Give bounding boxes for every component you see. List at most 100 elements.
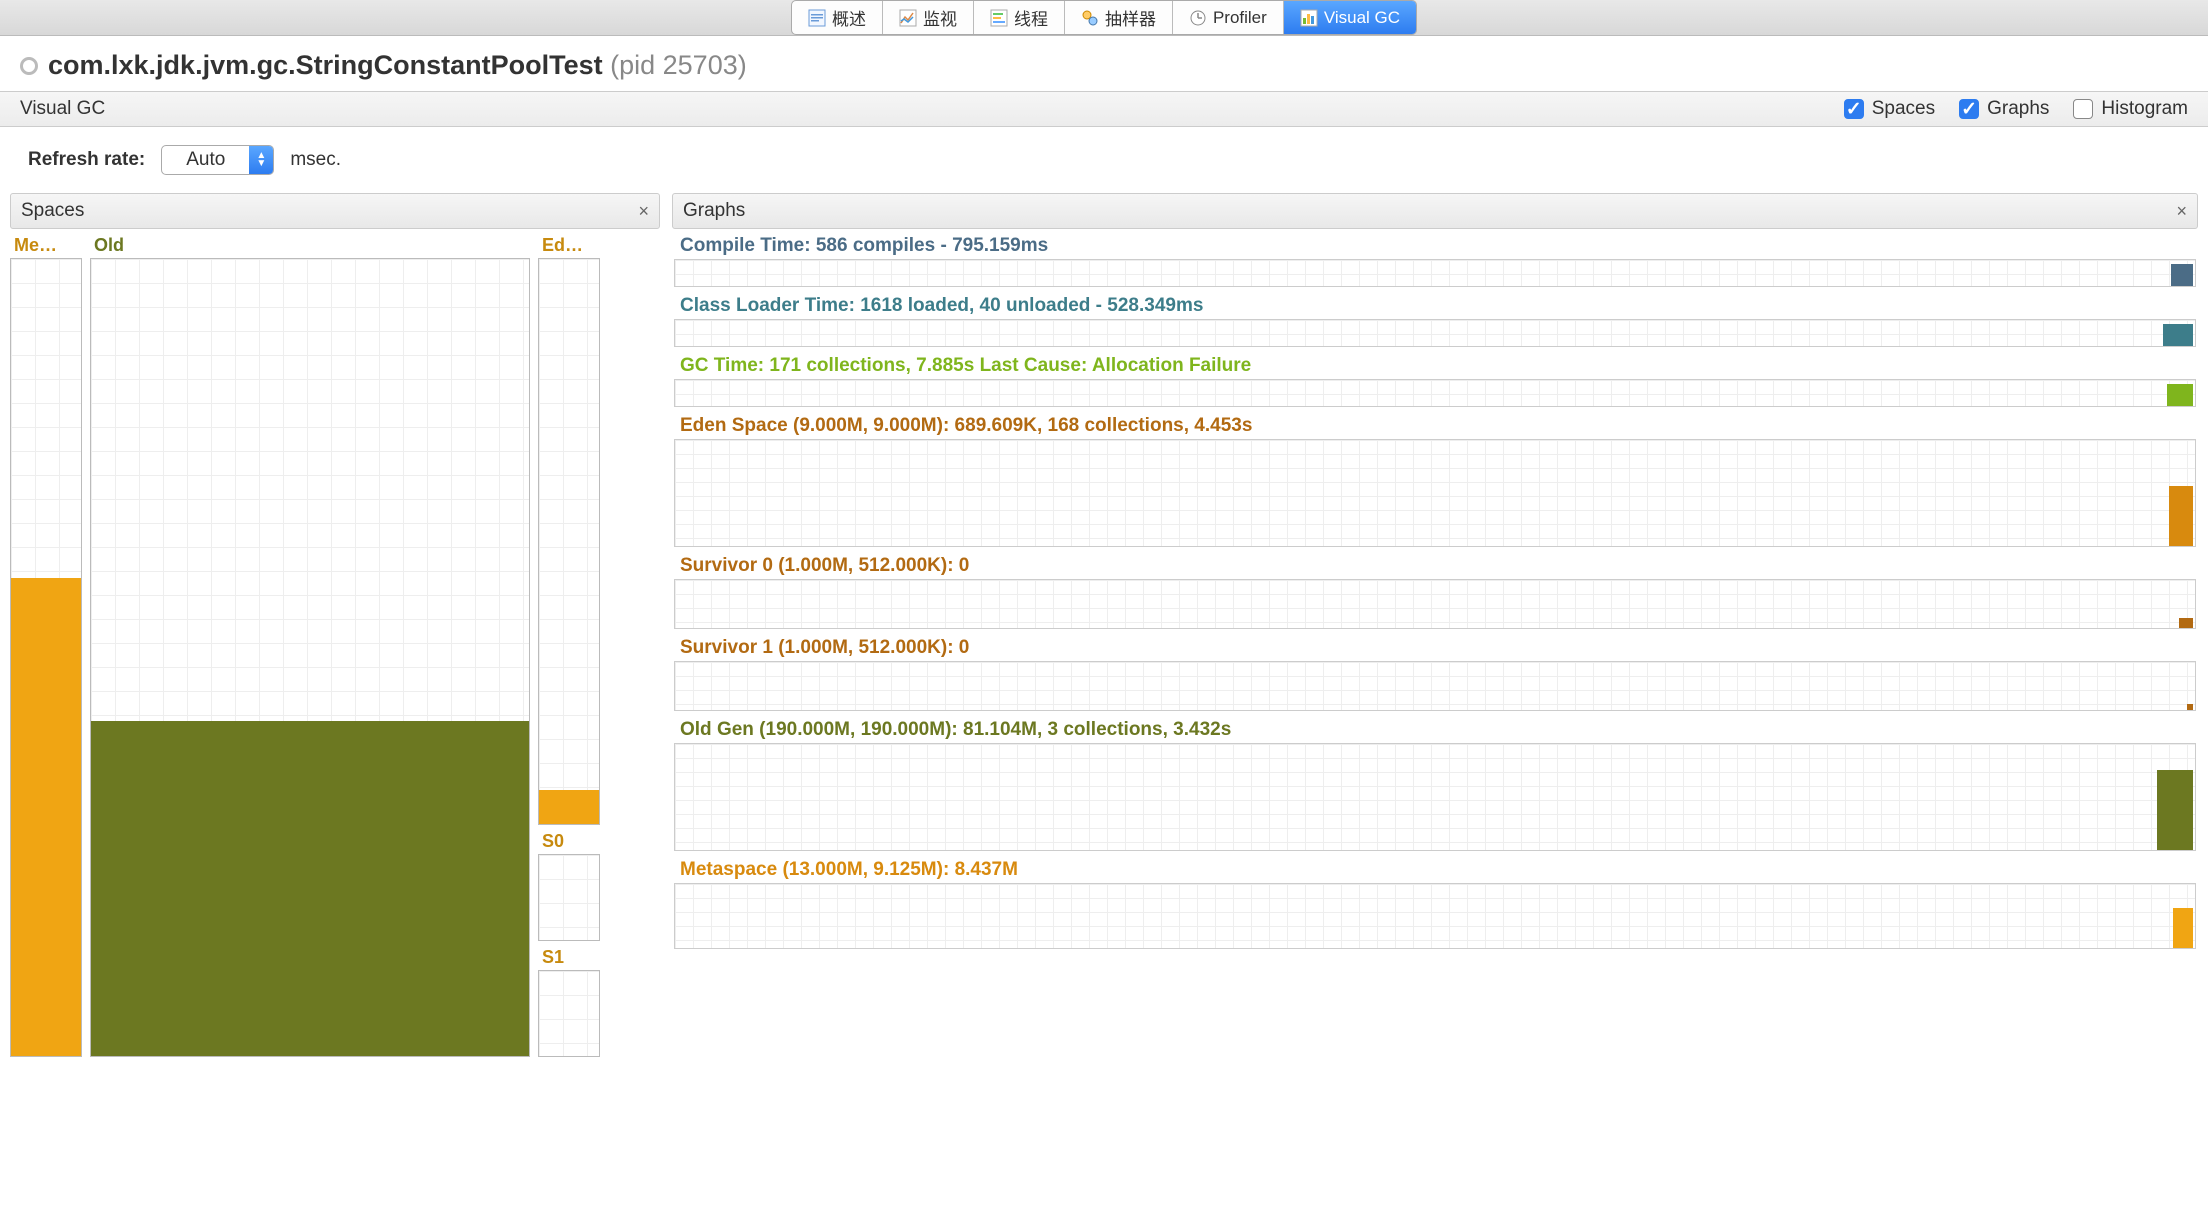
tab-threads[interactable]: 线程 — [974, 1, 1065, 34]
subheader-label: Visual GC — [20, 98, 105, 120]
tab-profiler[interactable]: Profiler — [1173, 1, 1284, 34]
space-col-eden: Ed… — [538, 235, 600, 825]
chevron-updown-icon: ▲▼ — [249, 146, 273, 174]
space-label-meta: Me… — [10, 235, 82, 258]
graph-spike — [2157, 770, 2193, 850]
graphs-body: Compile Time: 586 compiles - 795.159ms Cl… — [672, 229, 2198, 951]
spaces-body: Me… Old Ed… — [10, 229, 660, 1057]
graph-spike — [2173, 908, 2193, 948]
tab-label: 监视 — [923, 5, 957, 30]
graph-strip-eden — [674, 439, 2196, 547]
refresh-select[interactable]: Auto ▲▼ — [161, 145, 274, 175]
view-options: ✓ Spaces ✓ Graphs Histogram — [1844, 98, 2188, 120]
checkbox-label: Graphs — [1987, 98, 2049, 120]
overview-icon — [808, 9, 826, 27]
top-toolbar: 概述 监视 线程 抽样器 Profiler — [0, 0, 2208, 36]
refresh-value: Auto — [162, 146, 249, 174]
panel-title: Spaces — [21, 200, 84, 222]
space-box-eden — [538, 258, 600, 825]
checkbox-label: Spaces — [1872, 98, 1935, 120]
close-icon[interactable]: × — [2176, 201, 2187, 222]
subheader: Visual GC ✓ Spaces ✓ Graphs Histogram — [0, 91, 2208, 127]
graph-title-classload: Class Loader Time: 1618 loaded, 40 unloa… — [672, 293, 2198, 319]
graph-strip-classload — [674, 319, 2196, 347]
tab-sampler[interactable]: 抽样器 — [1065, 1, 1173, 34]
tab-label: 线程 — [1014, 5, 1048, 30]
visualgc-icon — [1300, 9, 1318, 27]
tab-label: 抽样器 — [1105, 5, 1156, 30]
graph-eden: Eden Space (9.000M, 9.000M): 689.609K, 1… — [672, 413, 2198, 549]
graph-spike — [2163, 324, 2193, 346]
graph-title-oldgen: Old Gen (190.000M, 190.000M): 81.104M, 3… — [672, 717, 2198, 743]
spaces-checkbox[interactable]: ✓ Spaces — [1844, 98, 1935, 120]
title-area: com.lxk.jdk.jvm.gc.StringConstantPoolTes… — [0, 36, 2208, 91]
graph-strip-s1 — [674, 661, 2196, 711]
refresh-unit: msec. — [290, 149, 341, 171]
refresh-label: Refresh rate: — [28, 149, 145, 171]
space-label-old: Old — [90, 235, 530, 258]
graph-strip-metaspace — [674, 883, 2196, 949]
graph-title-compile: Compile Time: 586 compiles - 795.159ms — [672, 233, 2198, 259]
page-title: com.lxk.jdk.jvm.gc.StringConstantPoolTes… — [48, 50, 747, 81]
close-icon[interactable]: × — [638, 201, 649, 222]
graph-spike — [2167, 384, 2193, 406]
main-content: Spaces × Me… Old Ed… — [0, 193, 2208, 1057]
graph-title-s1: Survivor 1 (1.000M, 512.000K): 0 — [672, 635, 2198, 661]
graph-metaspace: Metaspace (13.000M, 9.125M): 8.437M — [672, 857, 2198, 951]
graph-classload: Class Loader Time: 1618 loaded, 40 unloa… — [672, 293, 2198, 349]
graph-title-s0: Survivor 0 (1.000M, 512.000K): 0 — [672, 553, 2198, 579]
class-name: com.lxk.jdk.jvm.gc.StringConstantPoolTes… — [48, 50, 603, 80]
graph-title-eden: Eden Space (9.000M, 9.000M): 689.609K, 1… — [672, 413, 2198, 439]
checkmark-icon: ✓ — [1959, 99, 1979, 119]
graph-spike — [2169, 486, 2193, 546]
tab-label: Profiler — [1213, 8, 1267, 28]
space-col-young: Ed… S0 S1 — [538, 235, 600, 1057]
spaces-panel-header: Spaces × — [10, 193, 660, 229]
tab-label: Visual GC — [1324, 8, 1400, 28]
checkbox-empty-icon — [2073, 99, 2093, 119]
tab-monitor[interactable]: 监视 — [883, 1, 974, 34]
graph-strip-gctime — [674, 379, 2196, 407]
tab-group: 概述 监视 线程 抽样器 Profiler — [791, 0, 1417, 35]
space-label-s1: S1 — [538, 947, 600, 970]
graph-title-metaspace: Metaspace (13.000M, 9.125M): 8.437M — [672, 857, 2198, 883]
graph-s0: Survivor 0 (1.000M, 512.000K): 0 — [672, 553, 2198, 631]
graph-oldgen: Old Gen (190.000M, 190.000M): 81.104M, 3… — [672, 717, 2198, 853]
tab-visualgc[interactable]: Visual GC — [1284, 1, 1416, 34]
space-box-meta — [10, 258, 82, 1057]
clock-icon — [1189, 9, 1207, 27]
graphs-panel-header: Graphs × — [672, 193, 2198, 229]
checkbox-label: Histogram — [2101, 98, 2188, 120]
space-fill-eden — [539, 790, 599, 824]
graph-title-gctime: GC Time: 171 collections, 7.885s Last Ca… — [672, 353, 2198, 379]
checkmark-icon: ✓ — [1844, 99, 1864, 119]
graphs-panel: Graphs × Compile Time: 586 compiles - 79… — [672, 193, 2198, 1057]
graph-spike — [2179, 618, 2193, 628]
space-label-eden: Ed… — [538, 235, 600, 258]
space-box-s0 — [538, 854, 600, 941]
tab-overview[interactable]: 概述 — [792, 1, 883, 34]
graph-spike — [2187, 704, 2193, 710]
spaces-panel: Spaces × Me… Old Ed… — [10, 193, 660, 1057]
histogram-checkbox[interactable]: Histogram — [2073, 98, 2188, 120]
threads-icon — [990, 9, 1008, 27]
graph-strip-compile — [674, 259, 2196, 287]
refresh-row: Refresh rate: Auto ▲▼ msec. — [0, 127, 2208, 193]
space-col-old: Old — [90, 235, 530, 1057]
panel-title: Graphs — [683, 200, 745, 222]
graph-spike — [2171, 264, 2193, 286]
graph-strip-oldgen — [674, 743, 2196, 851]
space-col-s1: S1 — [538, 947, 600, 1057]
space-fill-old — [91, 721, 529, 1056]
graphs-checkbox[interactable]: ✓ Graphs — [1959, 98, 2049, 120]
space-box-old — [90, 258, 530, 1057]
space-label-s0: S0 — [538, 831, 600, 854]
space-col-meta: Me… — [10, 235, 82, 1057]
graph-compile: Compile Time: 586 compiles - 795.159ms — [672, 233, 2198, 289]
status-circle-icon — [20, 57, 38, 75]
sampler-icon — [1081, 9, 1099, 27]
chart-icon — [899, 9, 917, 27]
graph-s1: Survivor 1 (1.000M, 512.000K): 0 — [672, 635, 2198, 713]
tab-label: 概述 — [832, 5, 866, 30]
space-col-s0: S0 — [538, 831, 600, 941]
